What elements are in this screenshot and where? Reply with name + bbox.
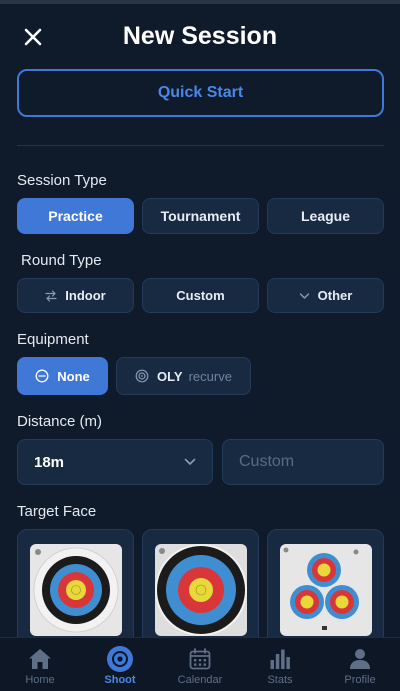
distance-value: 18m bbox=[34, 453, 65, 471]
stats-bars-icon bbox=[267, 646, 293, 672]
session-type-label: Session Type bbox=[17, 172, 107, 189]
target-40cm-icon bbox=[33, 547, 119, 633]
target-large-icon bbox=[155, 544, 247, 636]
target-face-image bbox=[30, 544, 122, 636]
round-type-custom[interactable]: Custom bbox=[142, 278, 259, 313]
target-face-image bbox=[280, 544, 372, 636]
chevron-down-icon bbox=[184, 453, 196, 471]
round-type-other-label: Other bbox=[317, 288, 353, 303]
round-type-custom-label: Custom bbox=[176, 288, 225, 303]
nav-home[interactable]: Home bbox=[0, 638, 80, 691]
round-type-other[interactable]: Other bbox=[267, 278, 384, 313]
nav-stats-label: Stats bbox=[267, 674, 293, 686]
target-face-option-3[interactable] bbox=[267, 529, 384, 649]
nav-home-label: Home bbox=[25, 674, 55, 686]
nav-profile-label: Profile bbox=[344, 674, 376, 686]
quick-start-button[interactable]: Quick Start bbox=[17, 69, 384, 117]
round-type-indoor-label: Indoor bbox=[65, 288, 106, 303]
nav-shoot-label: Shoot bbox=[104, 674, 136, 686]
bottom-nav: Home Shoot Calendar Stats Profile bbox=[0, 637, 400, 691]
header: New Session bbox=[0, 14, 400, 60]
session-type-tournament[interactable]: Tournament bbox=[142, 198, 259, 234]
equipment-oly-sub: recurve bbox=[188, 368, 232, 384]
nav-calendar-label: Calendar bbox=[177, 674, 223, 686]
nav-stats[interactable]: Stats bbox=[240, 638, 320, 691]
round-type-indoor[interactable]: Indoor bbox=[17, 278, 134, 313]
swap-arrows-icon bbox=[45, 289, 57, 302]
page-title: New Session bbox=[122, 22, 278, 50]
round-type-label: Round Type bbox=[21, 252, 102, 269]
equipment-none-label: None bbox=[57, 368, 90, 384]
target-face-option-2[interactable] bbox=[142, 529, 259, 649]
target-face-label: Target Face bbox=[17, 503, 97, 520]
shoot-target-icon bbox=[107, 646, 133, 672]
equipment-oly-label: OLY bbox=[157, 368, 183, 384]
target-face-image bbox=[155, 544, 247, 636]
status-bar-edge bbox=[0, 0, 400, 4]
profile-icon bbox=[347, 646, 373, 672]
nav-shoot[interactable]: Shoot bbox=[80, 638, 160, 691]
chevron-down-icon bbox=[299, 292, 310, 300]
nav-profile[interactable]: Profile bbox=[320, 638, 400, 691]
distance-label: Distance (m) bbox=[17, 413, 103, 430]
home-icon bbox=[27, 646, 53, 672]
target-triple-spot-icon bbox=[283, 547, 359, 630]
calendar-icon bbox=[187, 646, 213, 672]
divider bbox=[17, 145, 384, 146]
equipment-none[interactable]: None bbox=[17, 357, 108, 395]
distance-select[interactable]: 18m bbox=[17, 439, 213, 485]
target-circle-icon bbox=[135, 369, 149, 383]
equipment-oly[interactable]: OLY recurve bbox=[116, 357, 251, 395]
target-face-option-1[interactable] bbox=[17, 529, 134, 649]
minus-circle-icon bbox=[35, 369, 49, 383]
distance-custom-input[interactable] bbox=[222, 439, 384, 485]
session-type-practice[interactable]: Practice bbox=[17, 198, 134, 234]
nav-calendar[interactable]: Calendar bbox=[160, 638, 240, 691]
equipment-label: Equipment bbox=[17, 331, 89, 348]
session-type-league[interactable]: League bbox=[267, 198, 384, 234]
